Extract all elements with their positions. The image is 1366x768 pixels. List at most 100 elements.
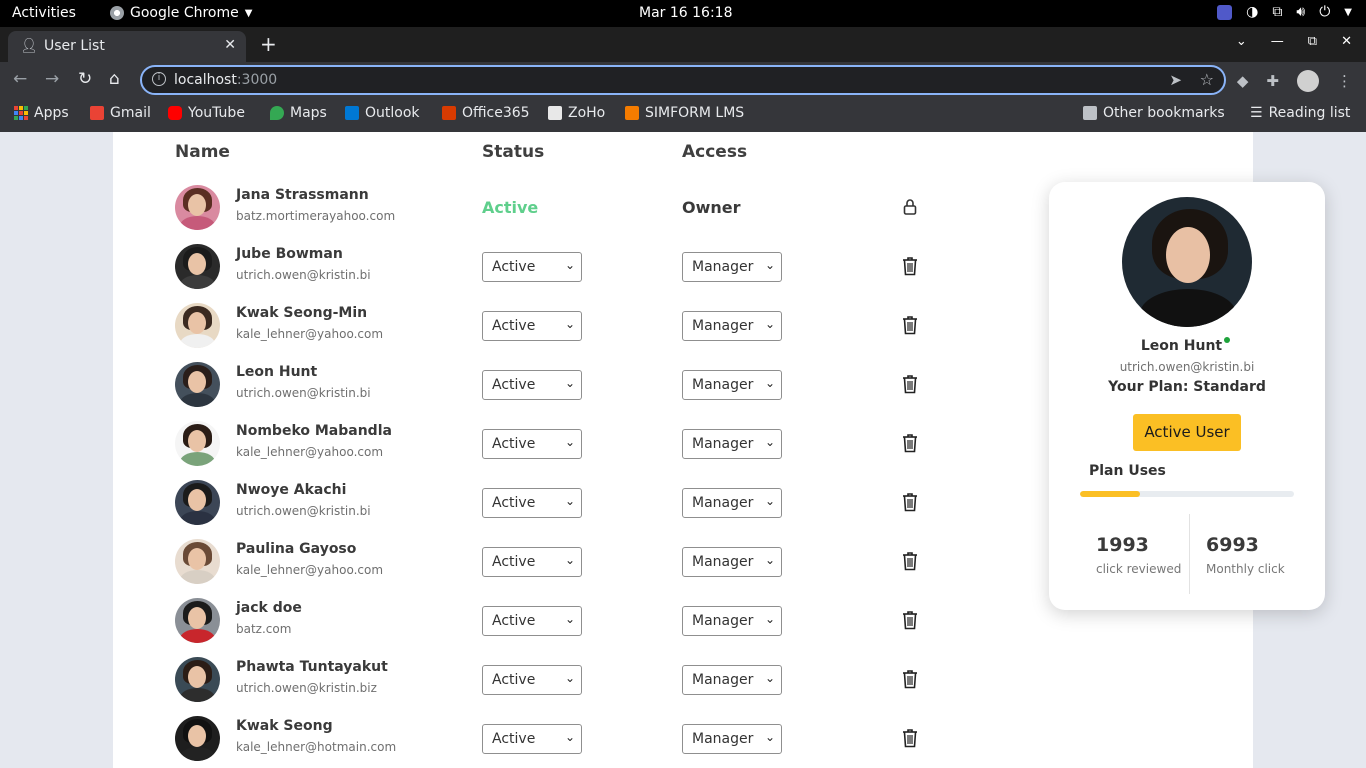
chevron-down-icon: ⌄	[564, 376, 575, 390]
extension-arrow-icon[interactable]: ◆	[1237, 72, 1249, 90]
teams-icon[interactable]	[1217, 4, 1233, 20]
access-select[interactable]: Manager ⌄	[682, 370, 782, 400]
user-name: Jube Bowman	[236, 246, 343, 262]
caret-down-icon: ▼	[244, 7, 253, 19]
access-select[interactable]: Manager ⌄	[682, 311, 782, 341]
status-select[interactable]: Active ⌄	[482, 311, 582, 341]
extensions-puzzle-icon[interactable]: ✚	[1266, 72, 1279, 90]
trash-icon[interactable]	[902, 551, 918, 571]
chevron-down-icon: ⌄	[764, 553, 775, 567]
profile-avatar-icon[interactable]	[1297, 70, 1319, 92]
user-name: Kwak Seong-Min	[236, 305, 368, 321]
app-menu[interactable]: Google Chrome ▼	[110, 5, 252, 21]
access-select[interactable]: Manager ⌄	[682, 252, 782, 282]
bookmark-outlook[interactable]: Outlook	[345, 105, 420, 121]
menu-kebab-icon[interactable]: ⋮	[1337, 72, 1352, 90]
user-name: jack doe	[236, 600, 302, 616]
activities-button[interactable]: Activities	[12, 5, 76, 21]
caret-down-icon[interactable]: ▼	[1344, 7, 1352, 18]
trash-icon[interactable]	[902, 492, 918, 512]
status-select[interactable]: Active ⌄	[482, 488, 582, 518]
info-icon[interactable]: i	[152, 72, 166, 86]
reading-list[interactable]: ☰ Reading list	[1250, 105, 1350, 121]
chevron-down-icon: ⌄	[564, 317, 575, 331]
access-select[interactable]: Manager ⌄	[682, 429, 782, 459]
access-select[interactable]: Manager ⌄	[682, 724, 782, 754]
forward-icon[interactable]: →	[45, 69, 59, 89]
profile-card: Leon Hunt utrich.owen@kristin.bi Your Pl…	[1049, 182, 1325, 610]
toolbar-actions: ◆ ✚ ⋮	[1237, 70, 1352, 92]
chevron-down-icon: ⌄	[564, 730, 575, 744]
trash-icon[interactable]	[902, 728, 918, 748]
user-name: Jana Strassmann	[236, 187, 369, 203]
avatar	[175, 539, 220, 584]
chevron-down-icon: ⌄	[764, 494, 775, 508]
status-select[interactable]: Active ⌄	[482, 252, 582, 282]
clock[interactable]: Mar 16 16:18	[639, 5, 732, 21]
power-icon[interactable]: ⏻	[1319, 4, 1330, 20]
status-select[interactable]: Active ⌄	[482, 724, 582, 754]
status-select[interactable]: Active ⌄	[482, 429, 582, 459]
reload-icon[interactable]: ↻	[78, 69, 92, 89]
url-text[interactable]: localhost:3000	[174, 72, 277, 88]
user-email: kale_lehner@yahoo.com	[236, 445, 384, 459]
user-name: Phawta Tuntayakut	[236, 659, 388, 675]
chevron-down-icon: ⌄	[764, 376, 775, 390]
bookmark-apps[interactable]: Apps	[14, 105, 69, 121]
bookmark-star-icon[interactable]: ☆	[1200, 70, 1214, 89]
back-icon[interactable]: ←	[13, 69, 27, 89]
simform-icon	[625, 106, 639, 120]
avatar	[175, 362, 220, 407]
access-select[interactable]: Manager ⌄	[682, 547, 782, 577]
bookmark-youtube[interactable]: YouTube	[168, 105, 245, 121]
active-user-button[interactable]: Active User	[1133, 414, 1241, 451]
bookmark-zoho[interactable]: ZoHo	[548, 105, 605, 121]
table-row: Nombeko Mabandla kale_lehner@yahoo.com Act…	[113, 421, 973, 480]
bookmark-gmail[interactable]: Gmail	[90, 105, 151, 121]
trash-icon[interactable]	[902, 256, 918, 276]
access-select[interactable]: Manager ⌄	[682, 665, 782, 695]
bookmark-office365[interactable]: Office365	[442, 105, 530, 121]
bookmark-maps[interactable]: Maps	[270, 105, 327, 121]
address-bar[interactable]: i localhost:3000 ➤ ☆	[140, 65, 1226, 95]
access-select[interactable]: Manager ⌄	[682, 606, 782, 636]
home-icon[interactable]: ⌂	[109, 69, 120, 89]
trash-icon[interactable]	[902, 374, 918, 394]
network-icon[interactable]: ⧉	[1272, 4, 1282, 20]
tab-user-list[interactable]: 👤︎ User List ✕	[8, 31, 246, 62]
status-select[interactable]: Active ⌄	[482, 606, 582, 636]
table-row: Kwak Seong kale_lehner@hotmain.com Active ⌄…	[113, 716, 973, 768]
chevron-down-icon: ⌄	[764, 317, 775, 331]
maps-icon	[270, 106, 284, 120]
table-row: Jube Bowman utrich.owen@kristin.bi Active ⌄…	[113, 244, 973, 303]
trash-icon[interactable]	[902, 610, 918, 630]
stat-label-monthly: Monthly click	[1206, 562, 1285, 576]
status-select[interactable]: Active ⌄	[482, 547, 582, 577]
bookmark-simform[interactable]: SIMFORM LMS	[625, 105, 744, 121]
tab-title: User List	[44, 38, 105, 54]
user-email: batz.com	[236, 622, 292, 636]
trash-icon[interactable]	[902, 433, 918, 453]
new-tab-button[interactable]: +	[260, 32, 277, 56]
close-window-icon[interactable]: ✕	[1341, 34, 1352, 49]
status-select[interactable]: Active ⌄	[482, 370, 582, 400]
user-name: Leon Hunt	[236, 364, 318, 380]
tab-search-icon[interactable]: ⌄	[1236, 34, 1247, 49]
volume-icon[interactable]: 🔊︎	[1296, 4, 1305, 20]
other-bookmarks[interactable]: Other bookmarks	[1083, 105, 1225, 121]
night-light-icon[interactable]: ◑	[1246, 4, 1258, 20]
status-select[interactable]: Active ⌄	[482, 665, 582, 695]
minimize-icon[interactable]: —	[1271, 34, 1284, 49]
send-icon[interactable]: ➤	[1169, 71, 1182, 89]
trash-icon[interactable]	[902, 315, 918, 335]
reading-list-icon: ☰	[1250, 105, 1263, 121]
access-select[interactable]: Manager ⌄	[682, 488, 782, 518]
profile-email: utrich.owen@kristin.bi	[1119, 360, 1255, 374]
restore-icon[interactable]: ⧉	[1308, 34, 1317, 49]
trash-icon[interactable]	[902, 669, 918, 689]
system-tray[interactable]: ◑ ⧉ 🔊︎ ⏻ ▼	[1217, 4, 1352, 20]
close-icon[interactable]: ✕	[224, 37, 236, 53]
chrome-icon	[110, 6, 124, 20]
user-email: kale_lehner@hotmain.com	[236, 740, 397, 754]
folder-icon	[1083, 106, 1097, 120]
